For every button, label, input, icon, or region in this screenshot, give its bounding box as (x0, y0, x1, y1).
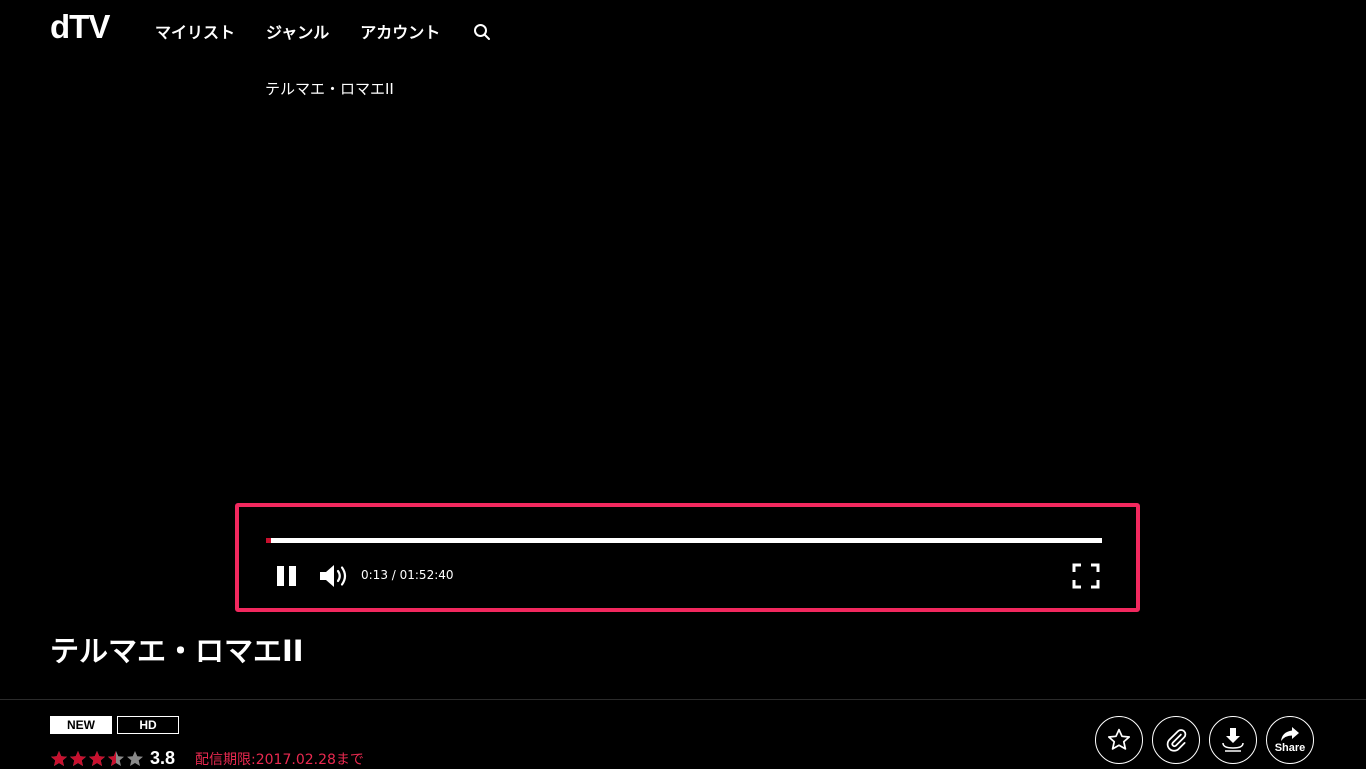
seek-progress (266, 538, 272, 543)
star-icon (89, 750, 105, 766)
dtv-logo[interactable]: dTV (50, 8, 110, 46)
download-icon (1222, 728, 1244, 752)
header: dTV マイリスト ジャンル アカウント (0, 0, 1366, 60)
download-button[interactable] (1209, 716, 1257, 764)
pause-icon[interactable] (274, 563, 300, 589)
paperclip-icon (1166, 729, 1187, 752)
star-icon (51, 750, 67, 766)
star-icon (108, 750, 124, 766)
mylist-add-button[interactable] (1095, 716, 1143, 764)
seek-bar[interactable] (266, 538, 1102, 543)
volume-icon[interactable] (318, 562, 352, 590)
main-nav: マイリスト ジャンル アカウント (155, 19, 491, 43)
rating-value: 3.8 (150, 748, 176, 768)
divider (0, 699, 1366, 700)
badges: NEW HD (50, 716, 179, 734)
hd-badge: HD (117, 716, 179, 734)
player-controls: 0:13 / 01:52:40 (235, 503, 1140, 612)
time-display: 0:13 / 01:52:40 (361, 568, 454, 582)
expiry-date: 配信期限:2017.02.28まで (195, 751, 364, 768)
search-icon[interactable] (473, 23, 491, 41)
rating-row: 3.8 配信期限:2017.02.28まで (50, 748, 364, 769)
content-title: テルマエ・ロマエII (50, 634, 304, 668)
star-outline-icon (1107, 728, 1131, 750)
action-buttons: Share (1095, 716, 1323, 764)
share-arrow-icon (1281, 727, 1299, 741)
nav-item-mylist[interactable]: マイリスト (155, 19, 235, 43)
share-label: Share (1274, 742, 1306, 754)
share-button[interactable]: Share (1266, 716, 1314, 764)
new-badge: NEW (50, 716, 112, 734)
star-icon (127, 750, 143, 766)
star-rating (50, 750, 145, 768)
nav-item-account[interactable]: アカウント (360, 19, 440, 43)
nav-item-genre[interactable]: ジャンル (266, 19, 329, 43)
player-overlay-title: テルマエ・ロマエII (265, 80, 394, 98)
star-icon (70, 750, 86, 766)
fullscreen-icon[interactable] (1071, 562, 1101, 590)
clip-button[interactable] (1152, 716, 1200, 764)
